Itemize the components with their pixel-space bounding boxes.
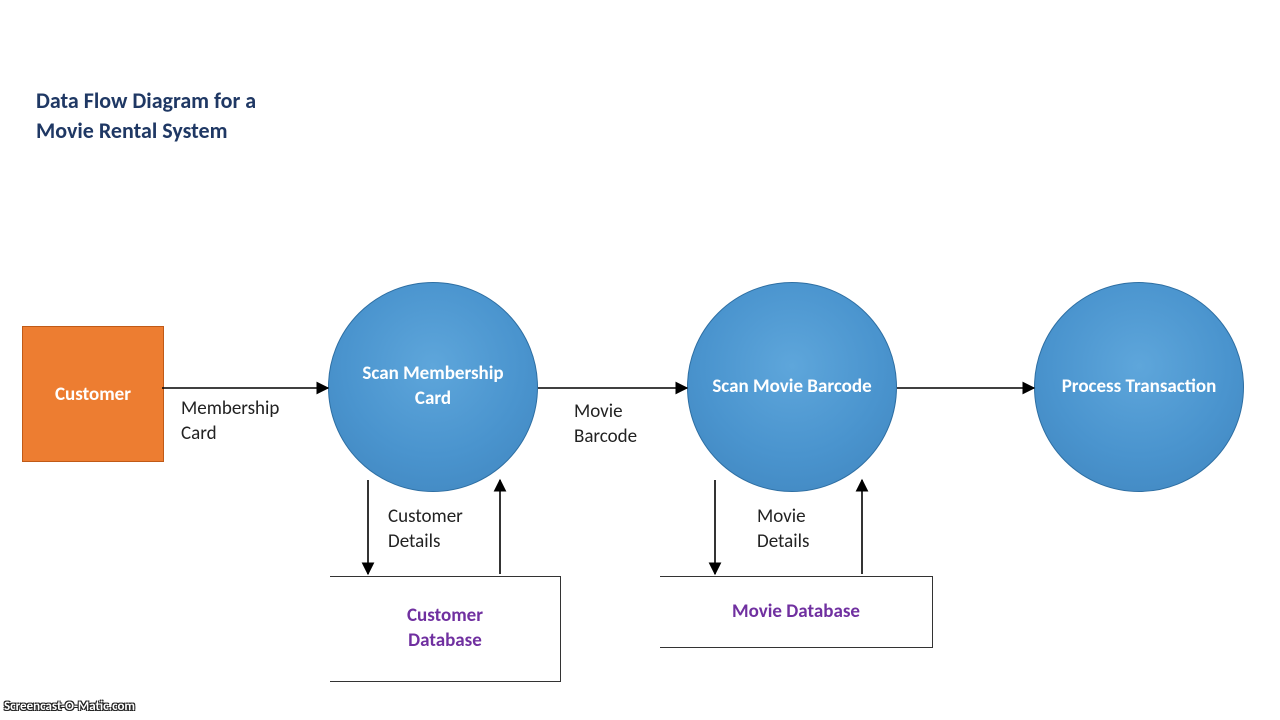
entity-customer-label: Customer — [55, 383, 131, 406]
datastore-customer-db: Customer Database — [330, 576, 561, 682]
flow-membership-card: Membership Card — [181, 397, 279, 446]
process-process-transaction: Process Transaction — [1034, 282, 1244, 492]
datastore-movie-db-label: Movie Database — [732, 600, 860, 625]
datastore-movie-db: Movie Database — [660, 576, 933, 648]
datastore-customer-db-label: Customer Database — [407, 604, 483, 653]
flow-movie-details: Movie Details — [757, 505, 809, 554]
flow-movie-barcode: Movie Barcode — [574, 400, 637, 449]
process-scan-barcode-label: Scan Movie Barcode — [712, 375, 871, 400]
flow-customer-details: Customer Details — [388, 505, 463, 554]
process-process-transaction-label: Process Transaction — [1062, 375, 1217, 400]
entity-customer: Customer — [22, 326, 164, 462]
watermark: Screencast-O-Matic.com — [4, 699, 135, 714]
process-scan-membership: Scan Membership Card — [328, 282, 538, 492]
process-scan-barcode: Scan Movie Barcode — [687, 282, 897, 492]
process-scan-membership-label: Scan Membership Card — [347, 362, 519, 411]
diagram-title: Data Flow Diagram for a Movie Rental Sys… — [36, 86, 256, 145]
